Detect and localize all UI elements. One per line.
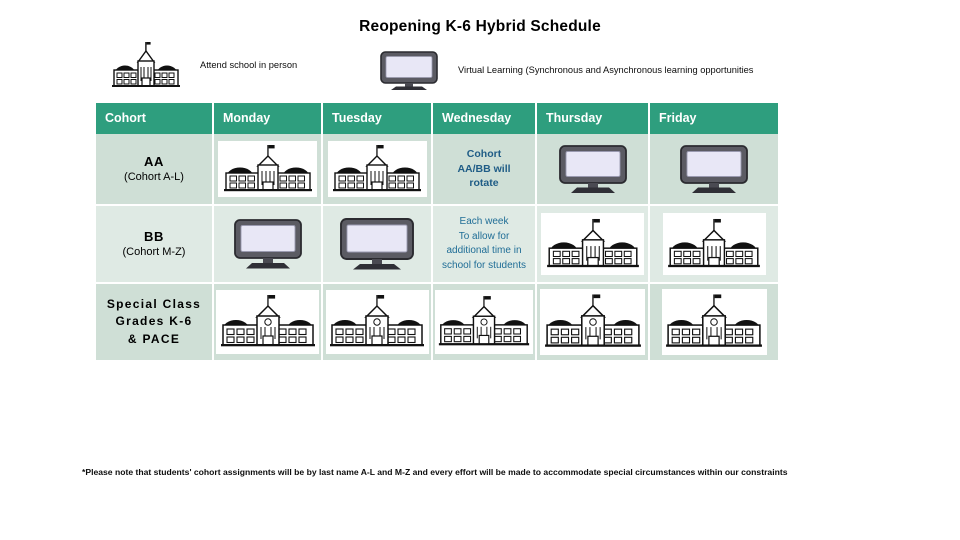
column-header-tuesday: Tuesday	[322, 103, 433, 134]
legend-in-person-label: Attend school in person	[200, 60, 298, 71]
school-building-icon	[216, 290, 319, 354]
cohort-label-cell-bb: BB (Cohort M-Z)	[96, 205, 214, 284]
table-header-row: Cohort Monday Tuesday Wednesday Thursday…	[96, 103, 778, 134]
column-header-thursday: Thursday	[536, 103, 650, 134]
column-header-monday: Monday	[213, 103, 323, 134]
cell-bb-tuesday	[322, 205, 433, 284]
cell-special-wednesday	[432, 283, 537, 362]
table-row: Special Class Grades K-6 & PACE	[96, 283, 778, 362]
cohort-range-bb: (Cohort M-Z)	[122, 245, 186, 258]
hybrid-schedule-table: Cohort Monday Tuesday Wednesday Thursday…	[96, 103, 778, 362]
school-building-icon	[435, 290, 533, 354]
cell-special-thursday	[536, 283, 650, 362]
cohort-label-special: Special Class Grades K-6 & PACE	[96, 296, 212, 348]
cell-aa-wednesday-note: Cohort AA/BB will rotate	[432, 134, 537, 206]
cohort-label-cell-special: Special Class Grades K-6 & PACE	[96, 283, 214, 362]
cohort-name-bb: BB	[144, 228, 164, 244]
column-header-friday: Friday	[649, 103, 778, 134]
cell-aa-monday	[213, 134, 323, 206]
table-row: BB (Cohort M-Z) Each week To allow for a…	[96, 205, 778, 284]
legend-virtual-label: Virtual Learning (Synchronous and Asynch…	[458, 65, 754, 76]
note-line: Each week	[459, 216, 509, 227]
column-header-cohort: Cohort	[96, 103, 214, 134]
special-label-line: Grades K-6	[115, 314, 193, 329]
legend: Attend school in person Virtual Learning…	[96, 38, 796, 96]
special-label-line: Special Class	[106, 296, 202, 311]
note-line: rotate	[469, 177, 499, 190]
cell-aa-tuesday	[322, 134, 433, 206]
computer-monitor-icon	[543, 140, 643, 198]
cell-bb-monday	[213, 205, 323, 284]
cell-bb-thursday	[536, 205, 650, 284]
cohort-name-aa: AA	[144, 153, 164, 169]
cell-bb-wednesday-note: Each week To allow for additional time i…	[432, 205, 537, 284]
column-header-wednesday: Wednesday	[432, 103, 537, 134]
school-building-icon	[661, 289, 767, 355]
cohort-label-cell-aa: AA (Cohort A-L)	[96, 134, 214, 206]
computer-monitor-icon	[664, 140, 764, 198]
note-line: Cohort	[466, 147, 502, 160]
cell-special-monday	[213, 283, 323, 362]
school-building-icon	[541, 213, 644, 275]
legend-item-virtual: Virtual Learning (Synchronous and Asynch…	[378, 50, 778, 92]
note-line: school for students	[442, 259, 526, 271]
computer-monitor-icon	[218, 214, 318, 274]
note-line: To allow for	[458, 230, 510, 242]
page-title: Reopening K-6 Hybrid Schedule	[359, 18, 601, 35]
computer-monitor-icon	[378, 50, 440, 92]
cell-special-tuesday	[322, 283, 433, 362]
special-label-line: & PACE	[127, 331, 181, 346]
school-building-icon	[327, 141, 427, 197]
school-building-icon	[662, 213, 766, 275]
note-line: AA/BB will	[457, 162, 511, 175]
cell-aa-friday	[649, 134, 778, 206]
legend-item-in-person: Attend school in person	[110, 40, 380, 92]
cohort-range-aa: (Cohort A-L)	[124, 170, 184, 183]
school-building-icon	[218, 141, 317, 197]
school-building-icon	[325, 290, 429, 354]
cohort-label-bb: BB (Cohort M-Z)	[96, 229, 212, 259]
cell-aa-thursday	[536, 134, 650, 206]
cell-bb-friday	[649, 205, 778, 284]
cohort-label-aa: AA (Cohort A-L)	[96, 154, 212, 184]
note-line: additional time in	[446, 245, 522, 256]
computer-monitor-icon	[327, 214, 427, 274]
cell-special-friday	[649, 283, 778, 362]
school-building-icon	[110, 40, 182, 92]
footnote: *Please note that students' cohort assig…	[82, 467, 788, 477]
table-row: AA (Cohort A-L) Cohort AA/BB will rotate	[96, 134, 778, 206]
school-building-icon	[540, 289, 645, 355]
